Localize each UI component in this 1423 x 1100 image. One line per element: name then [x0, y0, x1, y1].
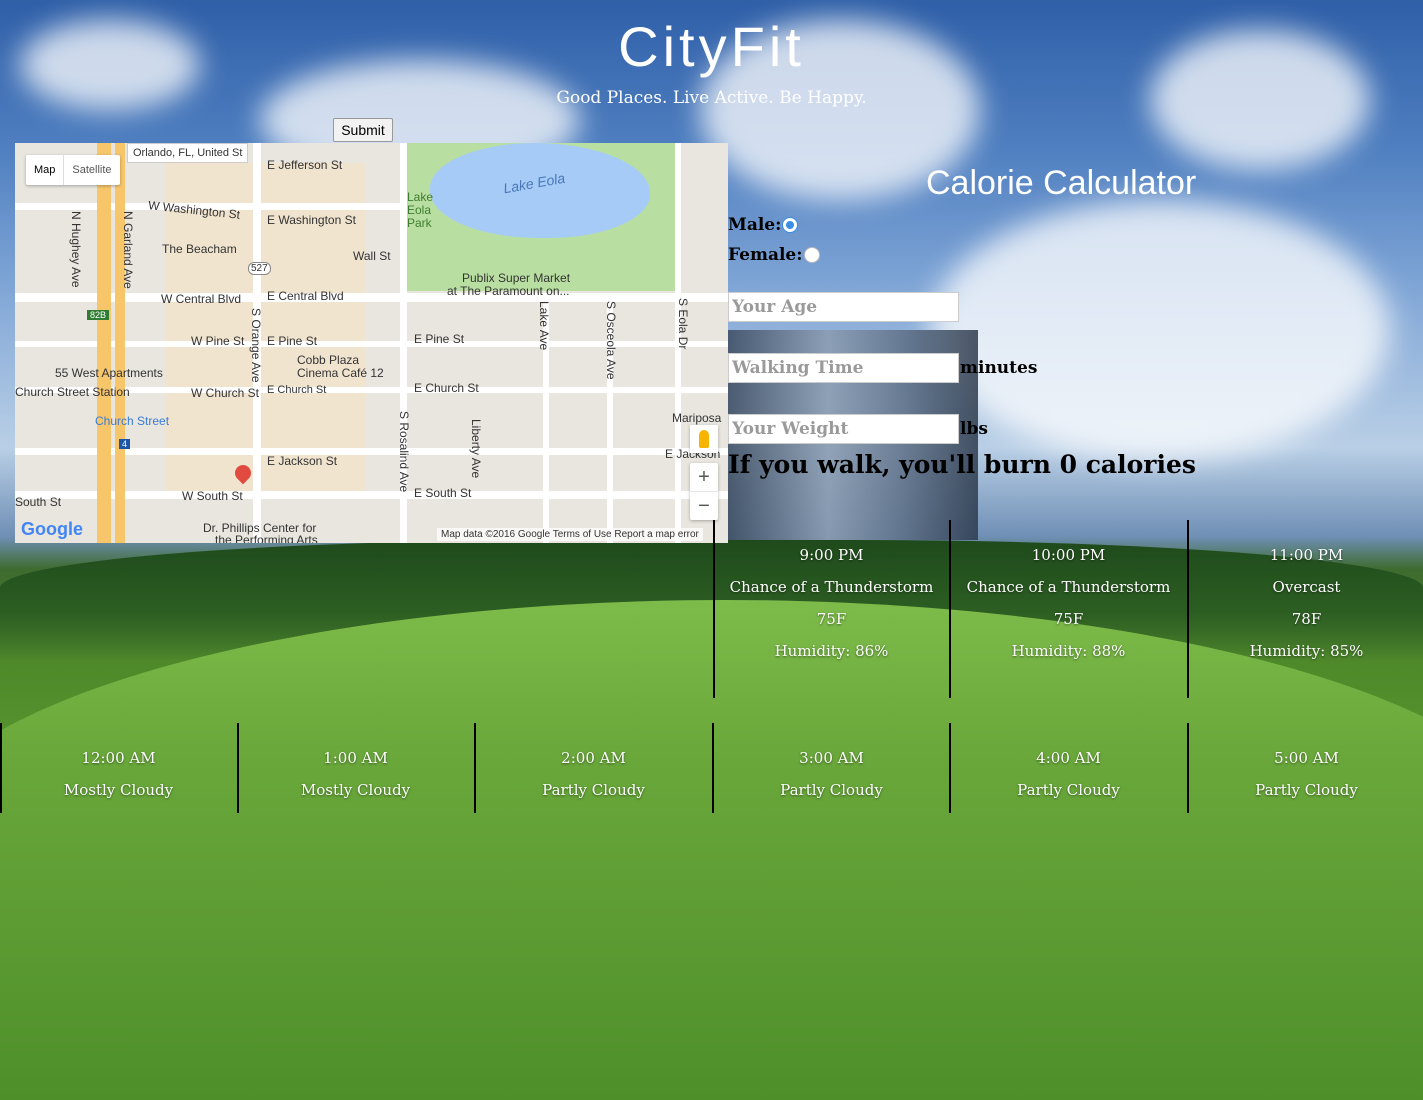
forecast-hour: 12:00 AM Mostly Cloudy: [0, 742, 237, 806]
street-label: E Pine St: [414, 332, 465, 346]
street-label: E Jackson St: [267, 454, 338, 468]
age-input[interactable]: [728, 292, 959, 322]
street-label: E South St: [414, 486, 472, 500]
place-label: Church Street Station: [15, 385, 130, 399]
forecast-temp: 75F: [816, 610, 847, 628]
forecast-temp: 75F: [1053, 610, 1084, 628]
tagline: Good Places. Live Active. Be Happy.: [556, 88, 867, 108]
street-label: W South St: [182, 489, 243, 503]
forecast-hour: 5:00 AM Partly Cloudy: [1188, 742, 1423, 806]
male-label: Male:: [728, 215, 782, 235]
calculator-title: Calorie Calculator: [926, 164, 1197, 202]
map-attribution[interactable]: Map data ©2016 Google Terms of Use Repor…: [437, 528, 703, 541]
forecast-condition: Mostly Cloudy: [63, 781, 174, 799]
female-option[interactable]: Female:: [728, 245, 820, 265]
zoom-out-button[interactable]: −: [690, 491, 718, 520]
map-type-map[interactable]: Map: [26, 155, 63, 185]
forecast-time: 5:00 AM: [1274, 749, 1339, 767]
street-label: Lake Ave: [537, 301, 551, 351]
walking-time-unit: minutes: [960, 358, 1038, 378]
map-type-toggle[interactable]: Map Satellite: [26, 155, 120, 185]
forecast-humidity: Humidity: 88%: [1011, 642, 1126, 660]
forecast-condition: Partly Cloudy: [780, 781, 883, 799]
place-label: Publix Super Market: [462, 271, 571, 285]
forecast-time: 12:00 AM: [81, 749, 156, 767]
forecast-humidity: Humidity: 85%: [1249, 642, 1364, 660]
route-shield: 82B: [87, 310, 110, 320]
street-label: E Church St: [267, 384, 327, 396]
forecast-hour: 10:00 PM Chance of a Thunderstorm 75F Hu…: [950, 539, 1187, 667]
street-label: W Pine St: [191, 334, 245, 348]
street-label: N Hughey Ave: [69, 211, 83, 288]
map-type-satellite[interactable]: Satellite: [63, 155, 119, 185]
forecast-hour: 2:00 AM Partly Cloudy: [475, 742, 712, 806]
street-view-pegman-icon[interactable]: [690, 425, 718, 453]
street-label: Liberty Ave: [469, 419, 483, 479]
forecast-hour: 1:00 AM Mostly Cloudy: [237, 742, 474, 806]
place-label: Mariposa: [672, 411, 722, 425]
forecast-condition: Mostly Cloudy: [300, 781, 411, 799]
male-radio[interactable]: [782, 217, 799, 233]
park-label: Lake Eola Park: [407, 190, 434, 230]
forecast-time: 11:00 PM: [1269, 546, 1344, 564]
route-shield: 4: [119, 439, 131, 449]
route-shield: 527: [248, 262, 271, 275]
map-view[interactable]: Map Satellite Orlando, FL, United St E J…: [15, 143, 728, 543]
app-title: CityFit: [618, 15, 805, 78]
submit-button[interactable]: Submit: [333, 118, 393, 142]
street-label: Wall St: [353, 249, 391, 263]
forecast-hour: 9:00 PM Chance of a Thunderstorm 75F Hum…: [713, 539, 950, 667]
place-label: Cinema Café 12: [297, 366, 384, 380]
zoom-in-button[interactable]: +: [690, 463, 718, 491]
place-label: Cobb Plaza: [297, 353, 360, 367]
street-label: N Garland Ave: [121, 211, 135, 289]
forecast-condition: Partly Cloudy: [542, 781, 645, 799]
calorie-result: If you walk, you'll burn 0 calories: [728, 450, 1196, 479]
map-location-label: Orlando, FL, United St: [127, 143, 249, 163]
street-label: W Central Blvd: [161, 292, 242, 306]
forecast-hour: 11:00 PM Overcast 78F Humidity: 85%: [1188, 539, 1423, 667]
zoom-controls[interactable]: + −: [690, 463, 718, 520]
transit-label: Church Street: [95, 414, 170, 428]
forecast-time: 9:00 PM: [799, 546, 864, 564]
street-label: S Rosalind Ave: [397, 411, 411, 493]
forecast-condition: Partly Cloudy: [1017, 781, 1120, 799]
weight-input[interactable]: [728, 414, 959, 444]
forecast-condition: Chance of a Thunderstorm: [966, 578, 1171, 596]
forecast-time: 3:00 AM: [799, 749, 864, 767]
forecast-time: 4:00 AM: [1036, 749, 1101, 767]
street-label: E Jefferson St: [267, 158, 343, 172]
forecast-time: 10:00 PM: [1031, 546, 1106, 564]
weight-unit: lbs: [960, 419, 988, 439]
street-label: S Osceola Ave: [604, 301, 618, 380]
street-label: W Church St: [191, 386, 260, 400]
street-label: S Orange Ave: [249, 308, 263, 383]
forecast-time: 2:00 AM: [561, 749, 626, 767]
place-label: 55 West Apartments: [55, 366, 163, 380]
walking-time-input[interactable]: [728, 353, 959, 383]
forecast-hour: 3:00 AM Partly Cloudy: [713, 742, 950, 806]
street-label: E Church St: [414, 381, 479, 395]
forecast-humidity: Humidity: 86%: [774, 642, 889, 660]
female-label: Female:: [728, 245, 803, 265]
street-label: S Eola Dr: [676, 298, 690, 350]
street-label: E Washington St: [267, 213, 356, 227]
street-label: E Central Blvd: [267, 289, 344, 303]
place-label: The Beacham: [162, 242, 237, 256]
place-label: at The Paramount on...: [447, 284, 570, 298]
street-label: E Pine St: [267, 334, 318, 348]
forecast-hour: 4:00 AM Partly Cloudy: [950, 742, 1187, 806]
street-label: South St: [15, 495, 62, 509]
place-label: the Performing Arts: [215, 533, 318, 543]
forecast-condition: Overcast: [1272, 578, 1341, 596]
google-logo: Google: [21, 519, 83, 539]
forecast-time: 1:00 AM: [323, 749, 388, 767]
forecast-condition: Chance of a Thunderstorm: [729, 578, 934, 596]
female-radio[interactable]: [803, 247, 820, 263]
forecast-temp: 78F: [1291, 610, 1322, 628]
forecast-condition: Partly Cloudy: [1255, 781, 1358, 799]
male-option[interactable]: Male:: [728, 215, 799, 235]
